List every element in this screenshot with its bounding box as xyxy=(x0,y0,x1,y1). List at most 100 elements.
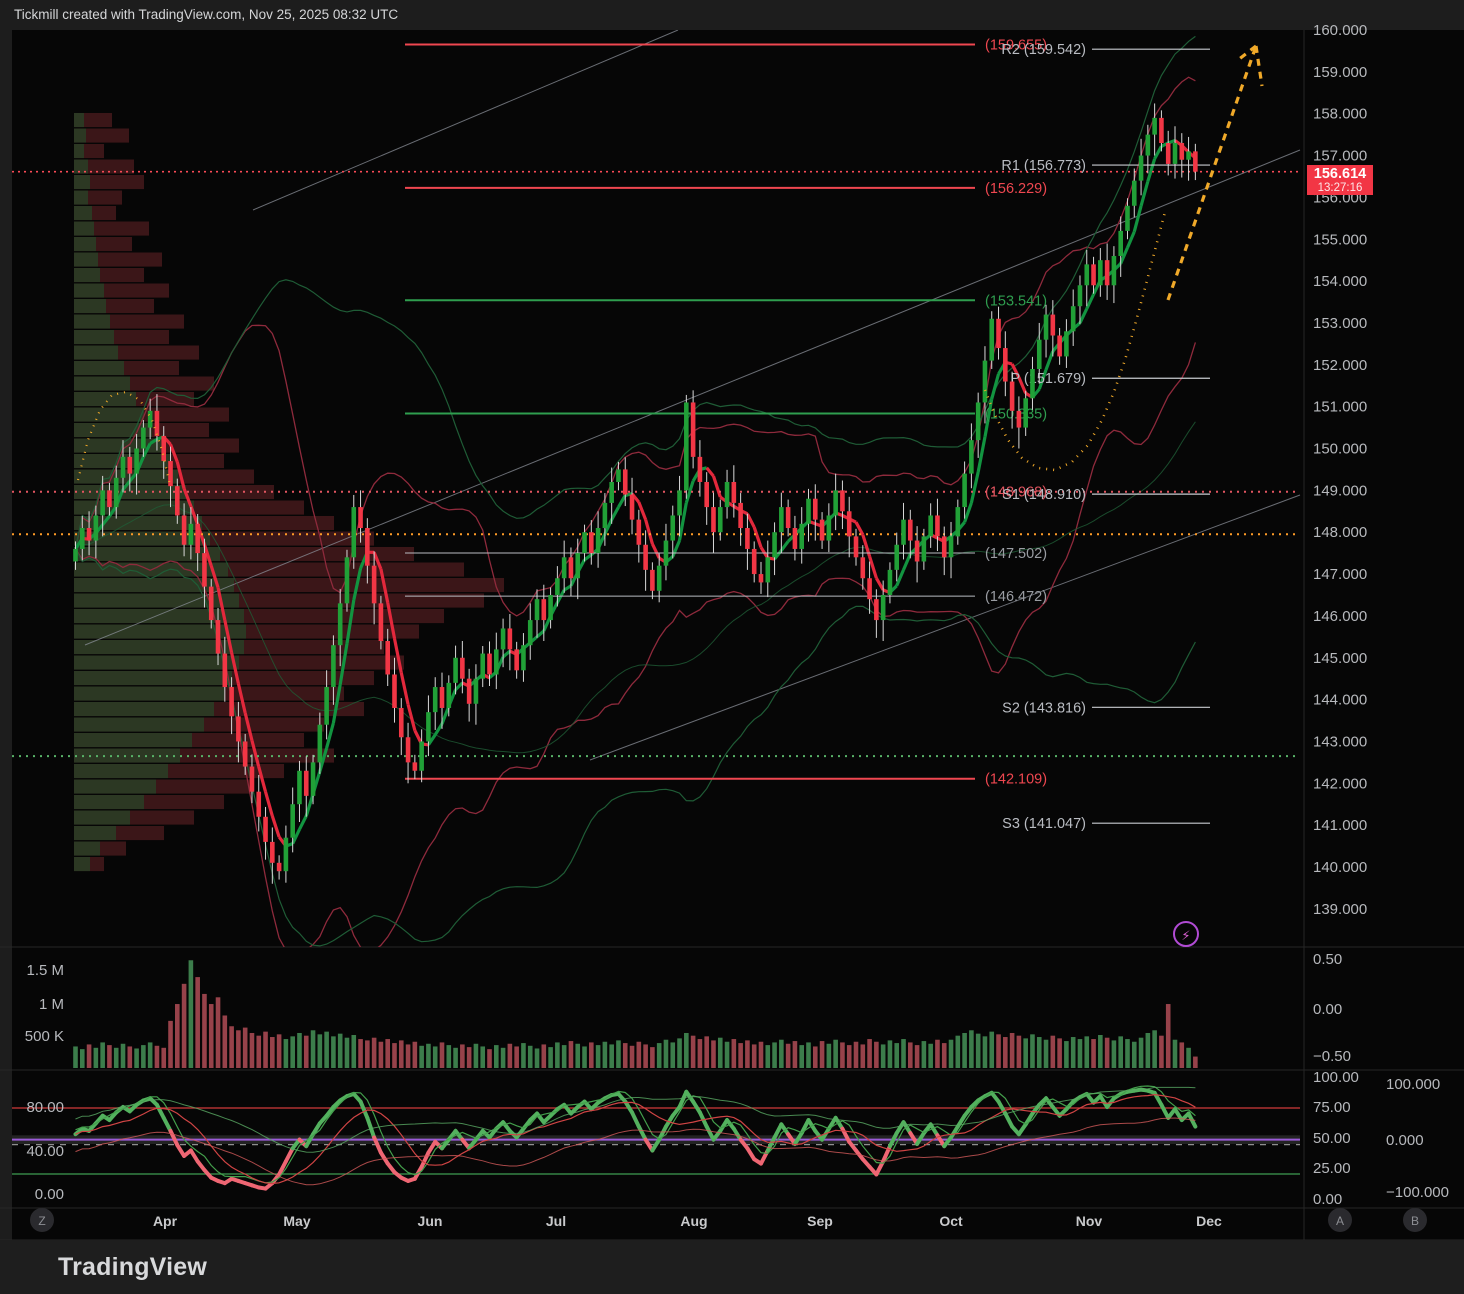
candle-body[interactable] xyxy=(989,319,994,361)
candle-body[interactable] xyxy=(759,574,764,582)
candle-body[interactable] xyxy=(236,716,241,741)
candle-body[interactable] xyxy=(1179,143,1184,160)
candle-body[interactable] xyxy=(969,440,974,473)
candle-body[interactable] xyxy=(670,515,675,540)
candle-body[interactable] xyxy=(413,762,418,770)
candle-body[interactable] xyxy=(1146,135,1151,156)
candle-body[interactable] xyxy=(508,628,513,649)
candle-body[interactable] xyxy=(168,461,173,486)
candle-body[interactable] xyxy=(1044,315,1049,340)
candle-body[interactable] xyxy=(223,654,228,687)
candle-body[interactable] xyxy=(609,482,614,503)
candle-body[interactable] xyxy=(983,361,988,403)
candle-body[interactable] xyxy=(399,708,404,737)
candle-body[interactable] xyxy=(793,528,798,549)
candle-body[interactable] xyxy=(148,411,153,428)
candle-body[interactable] xyxy=(494,649,499,674)
candle-body[interactable] xyxy=(623,469,628,494)
candle-body[interactable] xyxy=(1078,285,1083,306)
candle-body[interactable] xyxy=(603,503,608,528)
candle-body[interactable] xyxy=(860,557,865,578)
candle-body[interactable] xyxy=(270,842,275,863)
candle-body[interactable] xyxy=(637,520,642,545)
candle-body[interactable] xyxy=(718,507,723,532)
candle-body[interactable] xyxy=(304,771,309,796)
candle-body[interactable] xyxy=(786,507,791,528)
candle-body[interactable] xyxy=(1166,143,1171,164)
time-axis[interactable] xyxy=(12,1208,1304,1240)
candle-body[interactable] xyxy=(1139,156,1144,181)
candle-body[interactable] xyxy=(569,557,574,578)
candle-body[interactable] xyxy=(202,553,207,586)
candle-body[interactable] xyxy=(324,687,329,725)
candle-body[interactable] xyxy=(318,725,323,763)
candle-body[interactable] xyxy=(949,536,954,557)
candle-body[interactable] xyxy=(474,679,479,704)
candle-body[interactable] xyxy=(847,511,852,536)
candle-body[interactable] xyxy=(1010,382,1015,411)
candle-body[interactable] xyxy=(94,515,99,540)
candle-body[interactable] xyxy=(426,712,431,741)
candle-body[interactable] xyxy=(141,428,146,449)
candle-body[interactable] xyxy=(562,557,567,578)
price-axis[interactable] xyxy=(1304,30,1464,1240)
candle-body[interactable] xyxy=(765,557,770,582)
candle-body[interactable] xyxy=(195,524,200,553)
candle-body[interactable] xyxy=(901,520,906,545)
candle-body[interactable] xyxy=(542,599,547,620)
candle-body[interactable] xyxy=(956,507,961,536)
candle-body[interactable] xyxy=(263,817,268,842)
candle-body[interactable] xyxy=(942,536,947,557)
candle-body[interactable] xyxy=(888,570,893,595)
candle-body[interactable] xyxy=(616,469,621,482)
candle-body[interactable] xyxy=(867,578,872,599)
candle-body[interactable] xyxy=(487,654,492,675)
candle-body[interactable] xyxy=(1098,260,1103,285)
candle-body[interactable] xyxy=(704,482,709,507)
candle-body[interactable] xyxy=(806,499,811,524)
candle-body[interactable] xyxy=(121,457,126,478)
candle-body[interactable] xyxy=(480,654,485,679)
candle-body[interactable] xyxy=(833,490,838,515)
candle-body[interactable] xyxy=(250,767,255,792)
candle-body[interactable] xyxy=(820,520,825,541)
candle-body[interactable] xyxy=(243,741,248,766)
candle-body[interactable] xyxy=(433,687,438,712)
candle-body[interactable] xyxy=(962,474,967,507)
candle-body[interactable] xyxy=(277,863,282,871)
candle-body[interactable] xyxy=(1125,206,1130,231)
candle-body[interactable] xyxy=(813,499,818,520)
candle-body[interactable] xyxy=(501,628,506,649)
candle-body[interactable] xyxy=(922,536,927,561)
candle-body[interactable] xyxy=(161,436,166,461)
candle-body[interactable] xyxy=(521,645,526,670)
candle-body[interactable] xyxy=(935,515,940,536)
candle-body[interactable] xyxy=(73,549,78,562)
candle-body[interactable] xyxy=(691,402,696,456)
candle-body[interactable] xyxy=(874,599,879,620)
candle-body[interactable] xyxy=(657,566,662,591)
candle-body[interactable] xyxy=(311,762,316,795)
candle-body[interactable] xyxy=(372,566,377,604)
candle-body[interactable] xyxy=(440,687,445,708)
candle-body[interactable] xyxy=(684,402,689,490)
candle-body[interactable] xyxy=(928,515,933,536)
candle-body[interactable] xyxy=(976,402,981,440)
candle-body[interactable] xyxy=(827,515,832,540)
candle-body[interactable] xyxy=(548,595,553,620)
candle-body[interactable] xyxy=(1159,118,1164,143)
candle-body[interactable] xyxy=(840,490,845,511)
candle-body[interactable] xyxy=(1071,306,1076,331)
candle-body[interactable] xyxy=(155,411,160,436)
candle-body[interactable] xyxy=(1118,231,1123,256)
candle-body[interactable] xyxy=(630,495,635,520)
candle-body[interactable] xyxy=(596,528,601,553)
candle-body[interactable] xyxy=(134,449,139,474)
candle-body[interactable] xyxy=(732,482,737,503)
candle-body[interactable] xyxy=(229,687,234,716)
candle-body[interactable] xyxy=(338,603,343,645)
candle-body[interactable] xyxy=(589,532,594,553)
candle-body[interactable] xyxy=(87,528,92,541)
candle-body[interactable] xyxy=(392,674,397,707)
candle-body[interactable] xyxy=(854,536,859,557)
